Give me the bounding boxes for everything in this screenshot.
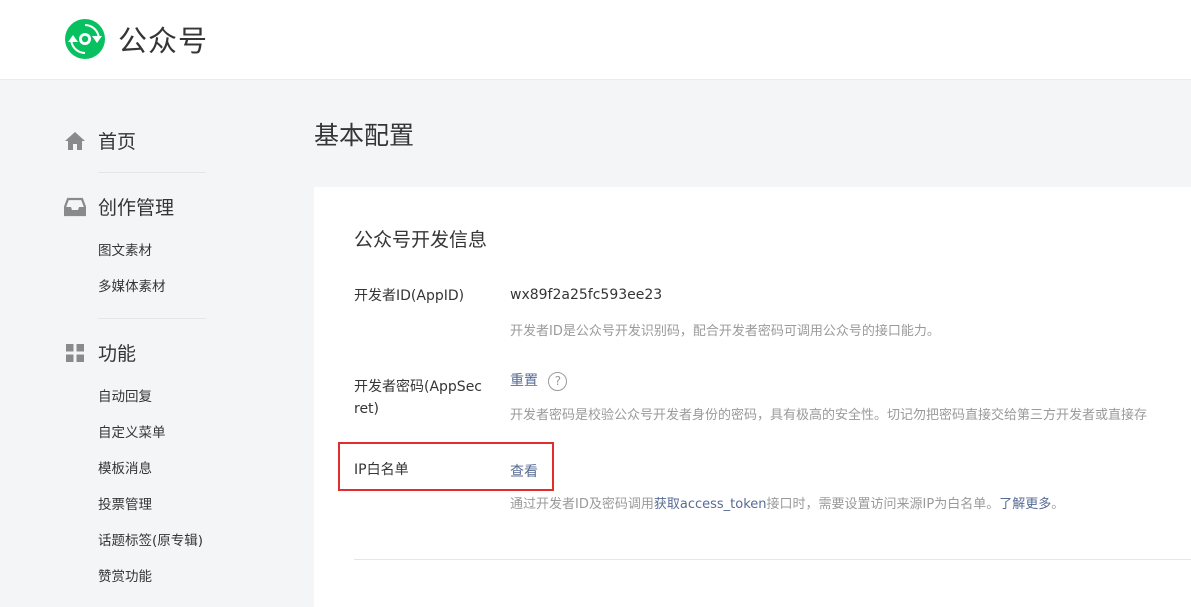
sidebar-item-features-label: 功能 (98, 343, 137, 365)
sidebar-item-home[interactable]: 首页 (64, 127, 136, 154)
help-icon[interactable]: ? (548, 371, 568, 391)
sidebar-item-reward[interactable]: 赞赏功能 (98, 565, 152, 585)
brand-name: 公众号 (118, 24, 209, 58)
appid-label: 开发者ID(AppID) (354, 288, 465, 304)
developer-info-card: 公众号开发信息 开发者ID(AppID) wx89f2a25fc593ee23 … (314, 187, 1191, 607)
inbox-icon (64, 197, 86, 216)
sidebar-item-vote[interactable]: 投票管理 (98, 493, 152, 513)
ip-whitelist-description: 通过开发者ID及密码调用获取access_token接口时，需要设置访问来源IP… (510, 493, 1064, 512)
access-token-link[interactable]: 获取access_token (654, 497, 767, 512)
sidebar-item-image-text[interactable]: 图文素材 (98, 239, 152, 259)
view-ip-whitelist-button[interactable]: 查看 (510, 464, 538, 480)
appid-description: 开发者ID是公众号开发识别码，配合开发者密码可调用公众号的接口能力。 (510, 324, 940, 339)
sidebar-item-topic-tags[interactable]: 话题标签(原专辑) (98, 529, 203, 549)
sidebar-item-custom-menu[interactable]: 自定义菜单 (98, 421, 166, 441)
wechat-official-account-logo-icon (65, 19, 105, 59)
learn-more-link[interactable]: 了解更多 (999, 497, 1051, 512)
grid-icon (66, 343, 84, 362)
appid-value: wx89f2a25fc593ee23 (510, 287, 663, 303)
ip-whitelist-actions: 查看 (510, 461, 538, 481)
home-icon (65, 131, 85, 150)
sidebar: 首页 创作管理 图文素材 多媒体素材 功能 自动回复 自定义菜单 模板消息 投票… (0, 81, 290, 586)
sidebar-divider (98, 172, 206, 173)
card-divider (354, 559, 1191, 560)
sidebar-item-home-label: 首页 (98, 131, 137, 153)
card-title: 公众号开发信息 (354, 229, 488, 251)
brand[interactable]: 公众号 (64, 18, 208, 60)
sidebar-divider (98, 318, 206, 319)
ip-desc-middle: 接口时，需要设置访问来源IP为白名单。 (766, 497, 1000, 512)
sidebar-item-creation[interactable]: 创作管理 (64, 193, 174, 220)
ip-desc-suffix: 。 (1051, 497, 1065, 512)
sidebar-item-template-message[interactable]: 模板消息 (98, 457, 152, 477)
sidebar-item-auto-reply[interactable]: 自动回复 (98, 385, 152, 405)
ip-whitelist-label: IP白名单 (354, 462, 409, 478)
appsecret-description: 开发者密码是校验公众号开发者身份的密码，具有极高的安全性。切记勿把密码直接交给第… (510, 408, 1148, 423)
appsecret-actions: 重置 ? (510, 370, 568, 391)
top-header: 公众号 (0, 0, 1191, 80)
ip-desc-prefix: 通过开发者ID及密码调用 (510, 497, 654, 512)
page-title: 基本配置 (314, 121, 415, 150)
appsecret-label: 开发者密码(AppSecret) (354, 379, 483, 417)
sidebar-item-creation-label: 创作管理 (98, 197, 175, 219)
reset-secret-button[interactable]: 重置 (510, 373, 538, 389)
sidebar-item-features[interactable]: 功能 (64, 339, 136, 366)
sidebar-item-multimedia[interactable]: 多媒体素材 (98, 275, 166, 295)
